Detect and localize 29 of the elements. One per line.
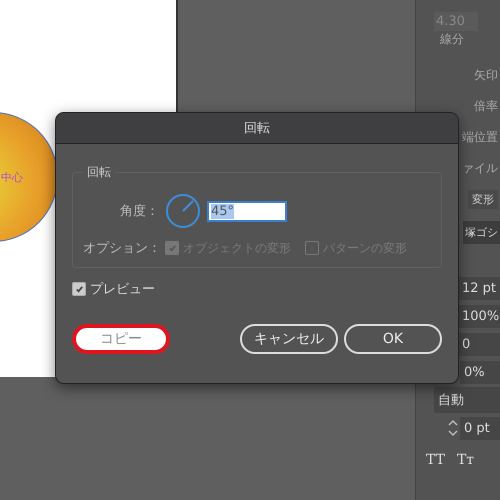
value-field[interactable]: 0% — [460, 360, 500, 384]
value-field[interactable]: 0 pt — [460, 416, 500, 440]
panel-tab[interactable]: 変形 — [468, 190, 498, 209]
value-field[interactable]: 0 — [458, 332, 500, 356]
group-label: 回転 — [86, 164, 112, 181]
dialog-button[interactable]: キャンセル — [240, 324, 338, 354]
panel-label: ァイル — [461, 160, 499, 177]
font-dropdown[interactable]: 塚ゴシ — [463, 221, 500, 244]
dialog-button[interactable]: コピー — [72, 324, 170, 354]
panel-label: 線分 — [440, 31, 465, 48]
text-style-button[interactable]: Tт — [456, 452, 474, 468]
stepper-icon[interactable] — [446, 417, 460, 439]
value-field[interactable]: 自動 — [434, 387, 500, 413]
preview-checkbox[interactable]: プレビュー — [72, 280, 155, 298]
options-label: オプション： — [83, 240, 159, 257]
angle-dial-icon[interactable] — [165, 193, 201, 229]
value-field[interactable]: 100% — [458, 304, 500, 328]
angle-input[interactable]: 45° — [207, 200, 287, 222]
checkmark-icon — [74, 284, 84, 294]
dialog-button[interactable]: OK — [344, 324, 442, 354]
checkmark-icon — [168, 244, 176, 252]
panel-label: 端位置 — [461, 129, 499, 146]
angle-label: 角度： — [119, 203, 159, 220]
text-style-button[interactable]: TT — [426, 452, 445, 468]
shape-label: 中心 — [1, 170, 23, 184]
panel-label: 倍率 — [473, 98, 499, 115]
panel-label: 矢印 — [473, 67, 499, 84]
dialog-title: 回転 — [56, 113, 458, 144]
value-field[interactable]: 12 pt — [458, 276, 500, 300]
